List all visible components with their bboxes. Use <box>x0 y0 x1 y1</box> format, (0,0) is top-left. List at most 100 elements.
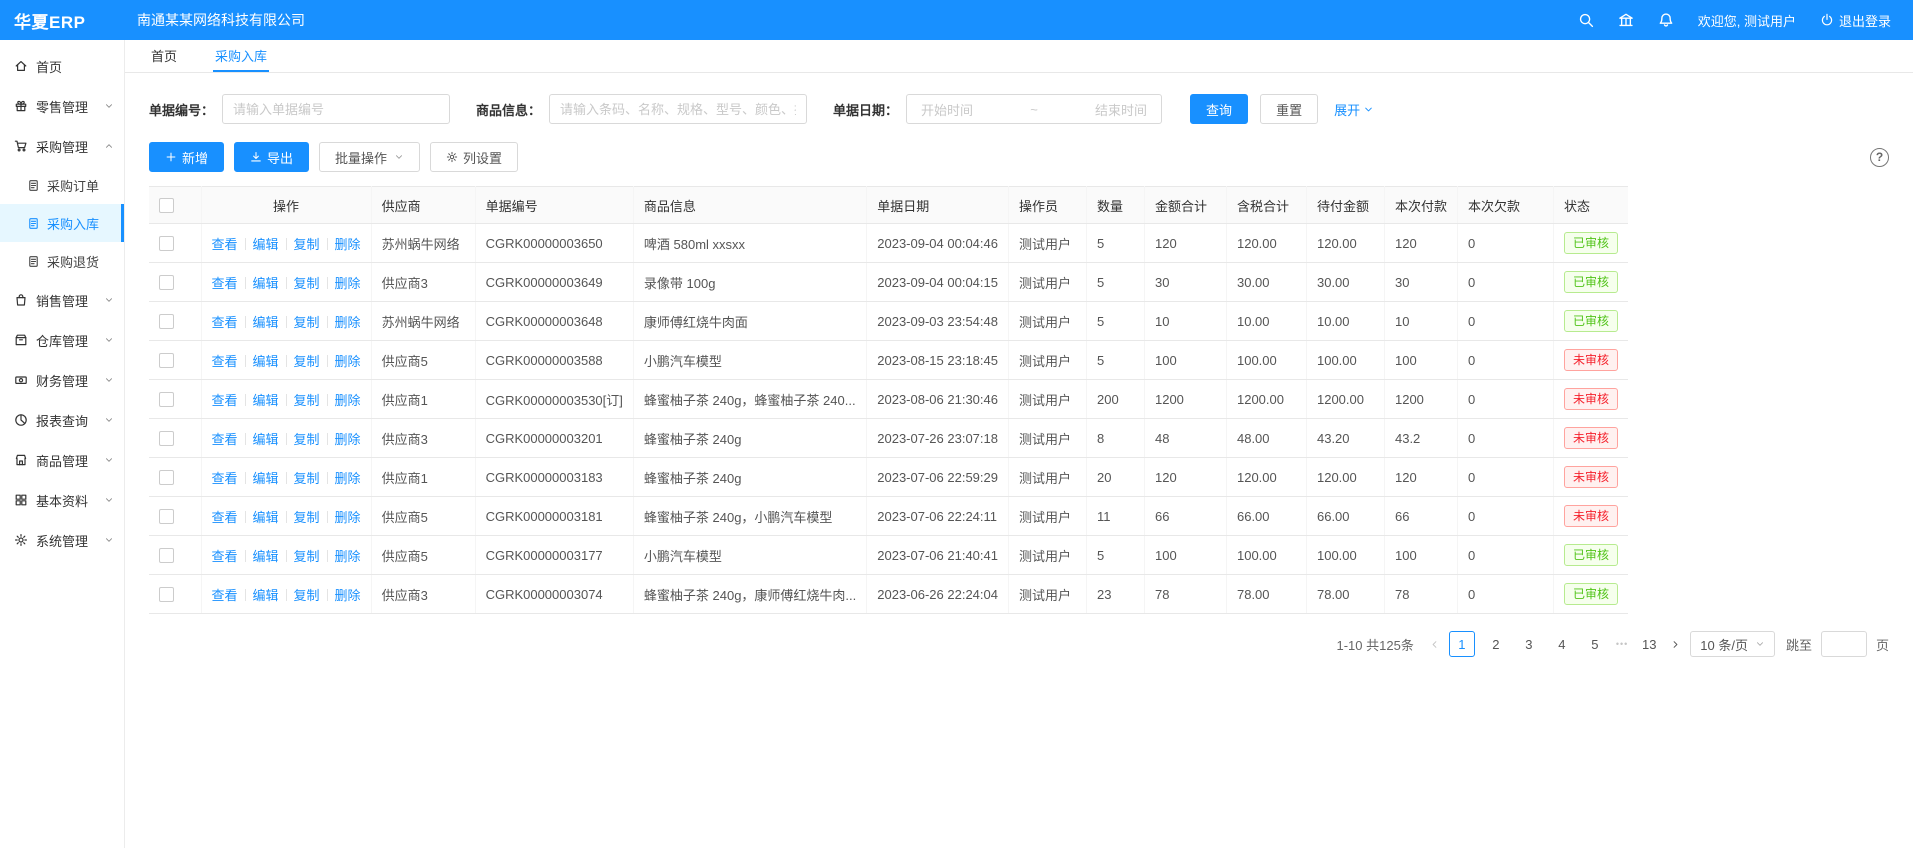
bell-icon[interactable] <box>1658 12 1674 28</box>
sidebar-item-system[interactable]: 系统管理 <box>0 520 124 560</box>
copy-link[interactable]: 复制 <box>294 354 320 369</box>
logout-button[interactable]: 退出登录 <box>1820 11 1891 30</box>
search-button[interactable]: 查询 <box>1190 94 1248 124</box>
date-range-picker[interactable]: 开始时间 ~ 结束时间 <box>906 94 1162 124</box>
copy-link[interactable]: 复制 <box>294 588 320 603</box>
edit-link[interactable]: 编辑 <box>253 393 279 408</box>
page-1-button[interactable]: 1 <box>1449 631 1475 657</box>
page-13-button[interactable]: 13 <box>1637 631 1661 657</box>
edit-link[interactable]: 编辑 <box>253 315 279 330</box>
sidebar-item-report[interactable]: 报表查询 <box>0 400 124 440</box>
page-2-button[interactable]: 2 <box>1484 631 1508 657</box>
tab-home[interactable]: 首页 <box>149 40 179 72</box>
view-link[interactable]: 查看 <box>212 432 238 447</box>
delete-link[interactable]: 删除 <box>335 315 361 330</box>
view-link[interactable]: 查看 <box>212 315 238 330</box>
bill-no-input[interactable] <box>222 94 450 124</box>
select-all-checkbox[interactable] <box>159 198 174 213</box>
row-checkbox[interactable] <box>159 275 174 290</box>
cell-debt: 0 <box>1458 575 1554 614</box>
view-link[interactable]: 查看 <box>212 549 238 564</box>
sidebar-item-retail[interactable]: 零售管理 <box>0 86 124 126</box>
jump-page-input[interactable] <box>1821 631 1867 657</box>
view-link[interactable]: 查看 <box>212 393 238 408</box>
sidebar-item-goods[interactable]: 商品管理 <box>0 440 124 480</box>
sidebar-item-purchase[interactable]: 采购管理 <box>0 126 124 166</box>
sidebar-item-purchase-order[interactable]: 采购订单 <box>0 166 124 204</box>
search-icon[interactable] <box>1578 12 1594 28</box>
add-button[interactable]: 新增 <box>149 142 224 172</box>
edit-link[interactable]: 编辑 <box>253 510 279 525</box>
sidebar-item-basedata[interactable]: 基本资料 <box>0 480 124 520</box>
edit-link[interactable]: 编辑 <box>253 588 279 603</box>
page-size-select[interactable]: 10 条/页 <box>1690 631 1775 657</box>
view-link[interactable]: 查看 <box>212 237 238 252</box>
page-3-button[interactable]: 3 <box>1517 631 1541 657</box>
edit-link[interactable]: 编辑 <box>253 276 279 291</box>
delete-link[interactable]: 删除 <box>335 276 361 291</box>
row-checkbox[interactable] <box>159 470 174 485</box>
row-checkbox[interactable] <box>159 236 174 251</box>
page-5-button[interactable]: 5 <box>1583 631 1607 657</box>
sidebar-item-purchase-return[interactable]: 采购退货 <box>0 242 124 280</box>
copy-link[interactable]: 复制 <box>294 471 320 486</box>
copy-link[interactable]: 复制 <box>294 432 320 447</box>
row-checkbox[interactable] <box>159 548 174 563</box>
row-checkbox[interactable] <box>159 314 174 329</box>
batch-actions-button[interactable]: 批量操作 <box>319 142 420 172</box>
sidebar-item-label: 基本资料 <box>36 491 88 510</box>
delete-link[interactable]: 删除 <box>335 354 361 369</box>
delete-link[interactable]: 删除 <box>335 432 361 447</box>
help-icon[interactable]: ? <box>1870 148 1889 167</box>
view-link[interactable]: 查看 <box>212 276 238 291</box>
delete-link[interactable]: 删除 <box>335 549 361 564</box>
cell-operator: 测试用户 <box>1008 263 1086 302</box>
page-4-button[interactable]: 4 <box>1550 631 1574 657</box>
column-header: 商品信息 <box>633 187 866 224</box>
view-link[interactable]: 查看 <box>212 510 238 525</box>
next-page-button[interactable] <box>1670 639 1681 650</box>
column-settings-button[interactable]: 列设置 <box>430 142 518 172</box>
edit-link[interactable]: 编辑 <box>253 354 279 369</box>
row-checkbox[interactable] <box>159 392 174 407</box>
copy-link[interactable]: 复制 <box>294 276 320 291</box>
reset-button[interactable]: 重置 <box>1260 94 1318 124</box>
row-checkbox[interactable] <box>159 431 174 446</box>
copy-link[interactable]: 复制 <box>294 237 320 252</box>
bank-icon[interactable] <box>1618 12 1634 28</box>
copy-link[interactable]: 复制 <box>294 510 320 525</box>
sidebar-item-home[interactable]: 首页 <box>0 46 124 86</box>
delete-link[interactable]: 删除 <box>335 510 361 525</box>
page-ellipsis[interactable]: ••• <box>1616 639 1628 649</box>
cell-amount: 1200 <box>1144 380 1226 419</box>
delete-link[interactable]: 删除 <box>335 471 361 486</box>
edit-link[interactable]: 编辑 <box>253 237 279 252</box>
row-checkbox[interactable] <box>159 587 174 602</box>
prev-page-button[interactable] <box>1429 639 1440 650</box>
status-badge: 未审核 <box>1564 427 1618 449</box>
copy-link[interactable]: 复制 <box>294 393 320 408</box>
column-header: 金额合计 <box>1144 187 1226 224</box>
row-checkbox[interactable] <box>159 353 174 368</box>
goods-info-input[interactable] <box>549 94 807 124</box>
view-link[interactable]: 查看 <box>212 471 238 486</box>
sidebar-item-purchase-inbound[interactable]: 采购入库 <box>0 204 124 242</box>
edit-link[interactable]: 编辑 <box>253 471 279 486</box>
sidebar-item-finance[interactable]: 财务管理 <box>0 360 124 400</box>
edit-link[interactable]: 编辑 <box>253 549 279 564</box>
sidebar-item-warehouse[interactable]: 仓库管理 <box>0 320 124 360</box>
delete-link[interactable]: 删除 <box>335 588 361 603</box>
copy-link[interactable]: 复制 <box>294 549 320 564</box>
sidebar-item-sales[interactable]: 销售管理 <box>0 280 124 320</box>
tab-purchase-inbound[interactable]: 采购入库 <box>213 40 269 72</box>
delete-link[interactable]: 删除 <box>335 237 361 252</box>
copy-link[interactable]: 复制 <box>294 315 320 330</box>
delete-link[interactable]: 删除 <box>335 393 361 408</box>
divider <box>245 355 246 367</box>
view-link[interactable]: 查看 <box>212 354 238 369</box>
export-button[interactable]: 导出 <box>234 142 309 172</box>
edit-link[interactable]: 编辑 <box>253 432 279 447</box>
row-checkbox[interactable] <box>159 509 174 524</box>
view-link[interactable]: 查看 <box>212 588 238 603</box>
expand-filters-link[interactable]: 展开 <box>1334 100 1374 119</box>
